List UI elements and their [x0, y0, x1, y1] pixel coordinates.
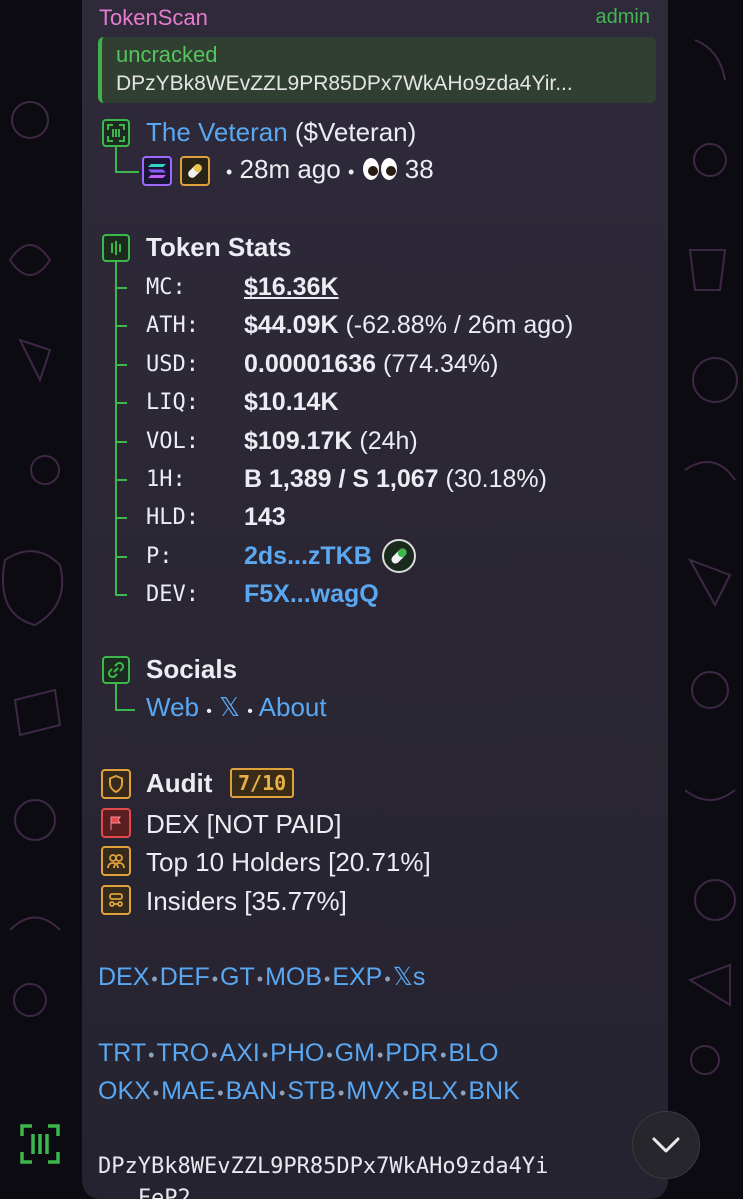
link-ban[interactable]: BAN: [226, 1077, 277, 1105]
link-xs[interactable]: 𝕏s: [393, 963, 426, 991]
scroll-down-button[interactable]: [632, 1111, 700, 1179]
shield-icon: [101, 769, 131, 799]
link-tro[interactable]: TRO: [156, 1039, 209, 1067]
stat-row-ath: ATH: $44.09K (-62.88% / 26m ago): [146, 310, 574, 339]
stat-row-hld: HLD: 143: [146, 502, 286, 531]
stat-row-vol: VOL: $109.17K (24h): [146, 426, 418, 455]
dex-links-row: DEX •DEF •GT •MOB •EXP •𝕏s: [98, 963, 426, 991]
token-scan-logo-icon: [20, 1124, 60, 1164]
link-dex[interactable]: DEX: [98, 963, 149, 991]
stat-row-liq: LIQ: $10.14K: [146, 387, 339, 416]
bot-links-row-2: OKX •MAE •BAN •STB •MVX •BLX •BNK: [98, 1077, 520, 1105]
link-def[interactable]: DEF: [160, 963, 210, 991]
reply-quote[interactable]: uncracked DPzYBk8WEvZZL9PR85DPx7WkAHo9zd…: [98, 37, 656, 103]
market-cap-link[interactable]: $16.36K: [244, 273, 339, 302]
link-bnk[interactable]: BNK: [468, 1077, 519, 1105]
admin-badge: admin: [595, 6, 650, 28]
pill-icon[interactable]: [180, 156, 210, 186]
stat-row-usd: USD: 0.00001636 (774.34%): [146, 349, 499, 378]
flag-icon: [101, 808, 131, 838]
token-age: 28m ago: [239, 154, 341, 184]
link-exp[interactable]: EXP: [332, 963, 382, 991]
stat-row-pair: P: 2ds...zTKB: [146, 538, 416, 574]
token-symbol: ($Veteran): [294, 117, 417, 147]
stats-icon: [102, 234, 130, 262]
bot-avatar[interactable]: [20, 1124, 60, 1169]
link-mvx[interactable]: MVX: [346, 1077, 400, 1105]
solana-icon[interactable]: [142, 156, 172, 186]
eyes-emoji-icon: [362, 157, 398, 181]
link-okx[interactable]: OKX: [98, 1077, 151, 1105]
link-pdr[interactable]: PDR: [385, 1039, 438, 1067]
token-name-link[interactable]: The Veteran: [146, 117, 288, 147]
link-mob[interactable]: MOB: [265, 963, 322, 991]
socials-title: Socials: [146, 654, 238, 684]
pair-address-link[interactable]: 2ds...zTKB: [244, 542, 372, 571]
stats-title: Token Stats: [146, 232, 292, 262]
link-pho[interactable]: PHO: [270, 1039, 324, 1067]
link-gm[interactable]: GM: [335, 1039, 375, 1067]
contract-address[interactable]: DPzYBk8WEvZZL9PR85DPx7WkAHo9zda4Yi: [98, 1154, 658, 1179]
token-scan-icon: [102, 119, 130, 147]
link-icon: [102, 656, 130, 684]
message-bubble: TokenScan admin uncracked DPzYBk8WEvZZL9…: [82, 0, 668, 1199]
link-gt[interactable]: GT: [220, 963, 255, 991]
link-blo[interactable]: BLO: [448, 1039, 498, 1067]
audit-item-holders: Top 10 Holders [20.71%]: [146, 847, 431, 877]
holders-icon: [101, 846, 131, 876]
bot-links-row-1: TRT •TRO •AXI •PHO •GM •PDR •BLO: [98, 1039, 499, 1067]
audit-score-badge: 7/10: [230, 768, 295, 798]
link-axi[interactable]: AXI: [220, 1039, 260, 1067]
stat-row-1h: 1H: B 1,389 / S 1,067 (30.18%): [146, 464, 547, 493]
link-trt[interactable]: TRT: [98, 1039, 146, 1067]
audit-item-dex: DEX [NOT PAID]: [146, 809, 342, 839]
insiders-icon: [101, 885, 131, 915]
audit-item-insiders: Insiders [35.77%]: [146, 886, 347, 916]
pill-badge-icon[interactable]: [381, 539, 416, 573]
x-link[interactable]: 𝕏: [219, 692, 240, 722]
contract-address-tail: ...FeP2: [98, 1186, 191, 1199]
audit-title: Audit: [146, 768, 213, 798]
dev-address-link[interactable]: F5X...wagQ: [244, 580, 379, 609]
stat-row-mc: MC: $16.36K: [146, 272, 339, 302]
link-stb[interactable]: STB: [287, 1077, 336, 1105]
link-blx[interactable]: BLX: [411, 1077, 458, 1105]
sender-name[interactable]: TokenScan: [99, 5, 208, 31]
about-link[interactable]: About: [259, 692, 327, 722]
link-mae[interactable]: MAE: [161, 1077, 215, 1105]
chevron-down-icon: [652, 1137, 680, 1153]
reply-title: uncracked: [116, 42, 218, 67]
reply-text: DPzYBk8WEvZZL9PR85DPx7WkAHo9zda4Yir...: [116, 72, 573, 95]
web-link[interactable]: Web: [146, 692, 199, 722]
stat-row-dev: DEV: F5X...wagQ: [146, 579, 379, 609]
view-count: 38: [404, 154, 434, 184]
